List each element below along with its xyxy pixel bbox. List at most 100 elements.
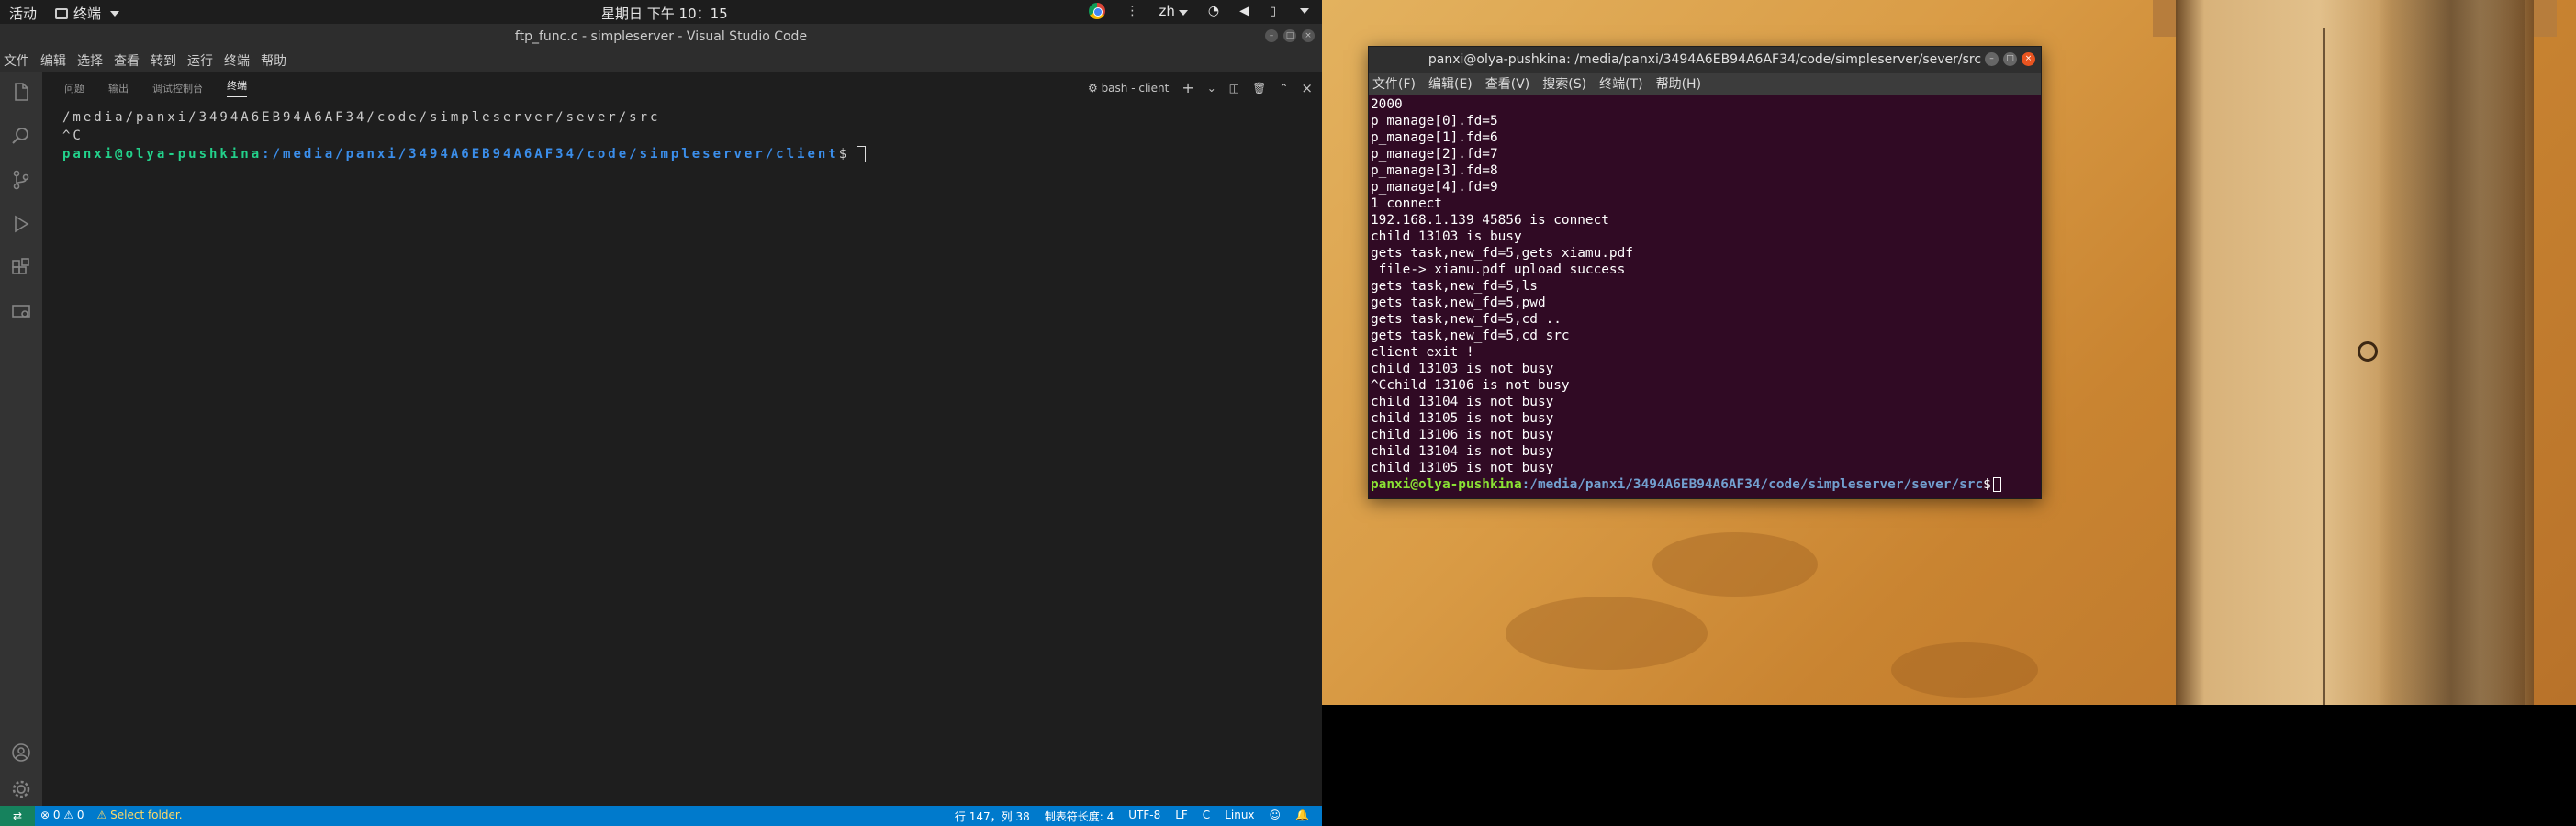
split-terminal-icon[interactable]: ◫: [1229, 82, 1239, 95]
vscode-window: ftp_func.c - simpleserver - Visual Studi…: [0, 24, 1322, 826]
status-message[interactable]: ⚠ Select folder.: [97, 809, 183, 821]
problems-counter[interactable]: ⊗ 0 ⚠ 0: [40, 809, 84, 821]
terminal-output-line: gets task,new_fd=5,cd ..: [1371, 312, 1562, 327]
terminal-output-line: child 13104 is not busy: [1371, 444, 1554, 459]
terminal-titlebar[interactable]: panxi@olya-pushkina: /media/panxi/3494A6…: [1369, 47, 2041, 73]
panel-toolbar: ⚙ bash - client + ⌄ ◫ 🗑 ⌃ ×: [1088, 79, 1313, 96]
menu-view[interactable]: 查看: [114, 51, 140, 70]
window-titlebar: ftp_func.c - simpleserver - Visual Studi…: [0, 24, 1322, 50]
menu-file[interactable]: 文件(F): [1372, 74, 1416, 93]
menu-edit[interactable]: 编辑: [40, 51, 66, 70]
system-menu-chevron-icon[interactable]: [1300, 8, 1309, 14]
terminal-output-line: gets task,new_fd=5,pwd: [1371, 296, 1546, 310]
terminal-output-line: 1 connect: [1371, 196, 1442, 211]
terminal-line: ^C: [62, 128, 84, 143]
clock[interactable]: 星期日 下午 10：15: [601, 4, 728, 23]
menu-view[interactable]: 查看(V): [1485, 74, 1530, 93]
remote-explorer-icon[interactable]: [10, 301, 32, 323]
account-icon[interactable]: [10, 742, 32, 764]
tab-terminal[interactable]: 终端: [227, 78, 247, 97]
activities-button[interactable]: 活动: [9, 4, 37, 23]
door-shadow: [2378, 0, 2525, 705]
language-indicator[interactable]: zh: [1159, 3, 1188, 19]
window-title: ftp_func.c - simpleserver - Visual Studi…: [514, 29, 808, 44]
terminal-output-line: gets task,new_fd=5,ls: [1371, 279, 1538, 294]
terminal-output-line: p_manage[3].fd=8: [1371, 163, 1498, 178]
menu-help[interactable]: 帮助(H): [1656, 74, 1701, 93]
gnome-terminal-window: panxi@olya-pushkina: /media/panxi/3494A6…: [1368, 46, 2042, 499]
chevron-down-icon: [110, 10, 120, 17]
menu-file[interactable]: 文件: [4, 51, 29, 70]
settings-gear-icon[interactable]: [10, 778, 32, 800]
status-bar: ⇄ ⊗ 0 ⚠ 0 ⚠ Select folder. 行 147，列 38 制表…: [0, 806, 1322, 826]
terminal-prompt: panxi@olya-pushkina:/media/panxi/3494A6E…: [62, 145, 867, 163]
app-menu[interactable]: 终端: [55, 4, 120, 23]
search-icon[interactable]: [10, 125, 32, 147]
prompt-user: panxi@olya-pushkina: [62, 147, 263, 162]
terminal-menu-bar: 文件(F) 编辑(E) 查看(V) 搜索(S) 终端(T) 帮助(H): [1369, 73, 2041, 95]
app-menu-label: 终端: [73, 6, 102, 22]
menu-terminal[interactable]: 终端: [224, 51, 250, 70]
wall-stain: [1891, 642, 2038, 698]
terminal-output-line: child 13106 is not busy: [1371, 428, 1554, 442]
door-knocker: [2358, 341, 2378, 362]
close-icon[interactable]: ×: [2022, 52, 2035, 66]
run-debug-icon[interactable]: [10, 213, 32, 235]
terminal-output-line: child 13103 is busy: [1371, 229, 1522, 244]
menu-go[interactable]: 转到: [151, 51, 176, 70]
trash-icon[interactable]: 🗑: [1252, 82, 1266, 95]
wifi-icon[interactable]: ◔: [1208, 4, 1219, 18]
terminal-output-line: 192.168.1.139 45856 is connect: [1371, 213, 1609, 228]
menu-bar: 文件 编辑 选择 查看 转到 运行 终端 帮助: [0, 50, 1322, 72]
terminal-cursor: [1992, 477, 2001, 492]
minimize-icon[interactable]: –: [1985, 52, 1999, 66]
terminal-selector[interactable]: ⚙ bash - client: [1088, 82, 1169, 95]
maximize-panel-icon[interactable]: ⌃: [1279, 82, 1288, 95]
source-control-icon[interactable]: [10, 169, 32, 191]
chevron-down-icon[interactable]: ⌄: [1207, 82, 1216, 95]
terminal-output-line: file-> xiamu.pdf upload success: [1371, 262, 1626, 277]
close-panel-icon[interactable]: ×: [1301, 80, 1313, 96]
tab-size[interactable]: 制表符长度: 4: [1045, 809, 1114, 824]
chrome-icon[interactable]: [1089, 3, 1106, 19]
menu-search[interactable]: 搜索(S): [1542, 74, 1586, 93]
cursor-position[interactable]: 行 147，列 38: [955, 809, 1030, 824]
menu-help[interactable]: 帮助: [261, 51, 286, 70]
menu-run[interactable]: 运行: [187, 51, 213, 70]
terminal-output-line: child 13103 is not busy: [1371, 362, 1554, 376]
menu-edit[interactable]: 编辑(E): [1428, 74, 1473, 93]
integrated-terminal[interactable]: /media/panxi/3494A6EB94A6AF34/code/simpl…: [62, 108, 867, 163]
terminal-output[interactable]: 2000 p_manage[0].fd=5 p_manage[1].fd=6 p_ma…: [1369, 95, 2041, 476]
network-indicator-icon[interactable]: ⋮: [1126, 4, 1138, 18]
menu-terminal[interactable]: 终端(T): [1599, 74, 1642, 93]
menu-selection[interactable]: 选择: [77, 51, 103, 70]
new-terminal-icon[interactable]: +: [1182, 79, 1193, 96]
minimize-icon[interactable]: –: [1265, 29, 1278, 42]
activity-bar: [0, 72, 42, 806]
terminal-output-line: child 13105 is not busy: [1371, 461, 1554, 475]
terminal-panel: 问题 输出 调试控制台 终端 ⚙ bash - client + ⌄ ◫ 🗑 ⌃…: [42, 72, 1322, 806]
terminal-line: /media/panxi/3494A6EB94A6AF34/code/simpl…: [62, 110, 661, 125]
bell-icon[interactable]: 🔔: [1295, 809, 1309, 824]
remote-indicator-icon[interactable]: ⇄: [0, 806, 35, 826]
os-indicator[interactable]: Linux: [1225, 809, 1254, 824]
maximize-icon[interactable]: □: [1283, 29, 1296, 42]
wall-stain: [1506, 597, 1708, 670]
language-mode[interactable]: C: [1203, 809, 1210, 824]
tab-problems[interactable]: 问题: [64, 81, 84, 95]
terminal-output-line: client exit !: [1371, 345, 1474, 360]
maximize-icon[interactable]: □: [2003, 52, 2017, 66]
extensions-icon[interactable]: [10, 257, 32, 279]
chevron-down-icon: [1178, 10, 1188, 16]
terminal-output-line: p_manage[0].fd=5: [1371, 114, 1498, 128]
volume-icon[interactable]: ◀: [1239, 4, 1249, 18]
close-icon[interactable]: ×: [1302, 29, 1315, 42]
tab-debug-console[interactable]: 调试控制台: [152, 81, 203, 95]
terminal-selector-label: bash - client: [1101, 81, 1170, 95]
feedback-icon[interactable]: ☺: [1270, 809, 1282, 824]
encoding[interactable]: UTF-8: [1128, 809, 1160, 824]
end-of-line[interactable]: LF: [1175, 809, 1188, 824]
battery-icon[interactable]: ▯: [1270, 5, 1276, 18]
tab-output[interactable]: 输出: [108, 81, 129, 95]
explorer-icon[interactable]: [10, 81, 32, 103]
